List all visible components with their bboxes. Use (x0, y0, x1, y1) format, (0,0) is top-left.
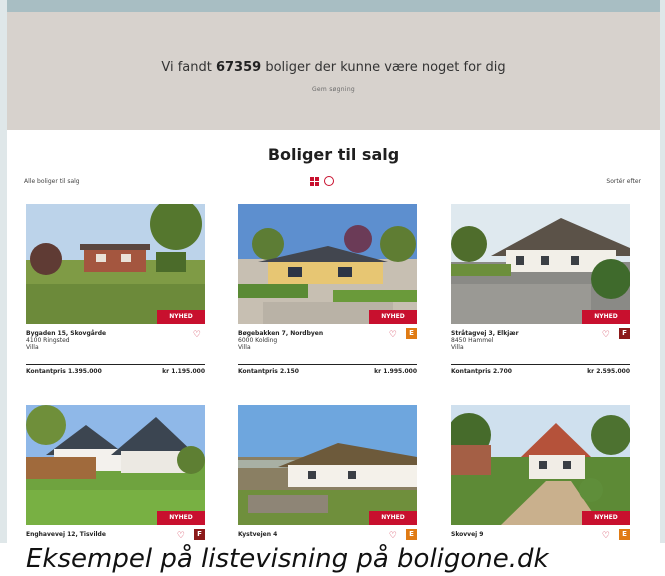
property-address[interactable]: Bygaden 15, Skovgårde (26, 330, 106, 337)
left-edge (0, 0, 7, 543)
property-address[interactable]: Skovvej 9 (451, 531, 483, 538)
save-search-link[interactable]: Gem søgning (7, 86, 660, 93)
new-tag: NYHED (369, 310, 417, 324)
result-count: 67359 (215, 60, 262, 75)
property-address[interactable]: Stråtagvej 3, Elkjær (451, 330, 519, 337)
favorite-heart-icon[interactable]: ♡ (389, 330, 397, 340)
new-tag: NYHED (582, 511, 630, 525)
energy-label-badge: E (619, 529, 630, 540)
property-type: Villa (26, 344, 39, 351)
map-view-icon[interactable] (324, 176, 334, 186)
property-photo[interactable]: NYHED (26, 204, 205, 324)
property-address[interactable]: Kystvejen 4 (238, 531, 277, 538)
top-bar (0, 0, 665, 12)
property-type: Villa (451, 344, 464, 351)
favorite-heart-icon[interactable]: ♡ (389, 531, 397, 541)
property-type: Villa (238, 344, 251, 351)
energy-label-badge: E (406, 328, 417, 339)
property-photo[interactable]: NYHED (238, 204, 417, 324)
favorite-heart-icon[interactable]: ♡ (177, 531, 185, 541)
favorite-heart-icon[interactable]: ♡ (193, 330, 201, 340)
list-price: kr 1.195.000 (162, 368, 205, 375)
new-tag: NYHED (369, 511, 417, 525)
list-price: kr 2.595.000 (587, 368, 630, 375)
favorite-heart-icon[interactable]: ♡ (602, 330, 610, 340)
energy-label-badge: E (406, 529, 417, 540)
property-photo[interactable]: NYHED (451, 204, 630, 324)
result-suffix: boliger der kunne være noget for dig (265, 60, 506, 75)
favorite-heart-icon[interactable]: ♡ (602, 531, 610, 541)
property-photo[interactable]: NYHED (238, 405, 417, 525)
grid-view-icon[interactable] (310, 177, 319, 186)
energy-label-badge: F (619, 328, 630, 339)
property-zip: 8450 Hammel (451, 337, 494, 344)
property-photo[interactable]: NYHED (26, 405, 205, 525)
image-caption: Eksempel på listevisning på boligone.dk (0, 543, 665, 576)
cash-price: Kontantpris 1.395.000 (26, 368, 102, 375)
sort-selector[interactable]: Sortér efter (606, 178, 641, 185)
new-tag: NYHED (582, 310, 630, 324)
search-result-banner: Vi fandt 67359 boliger der kunne være no… (7, 12, 660, 130)
card-divider (26, 364, 205, 365)
filter-selector[interactable]: Alle boliger til salg (24, 178, 80, 185)
property-address[interactable]: Bøgebakken 7, Nordbyen (238, 330, 323, 337)
card-divider (238, 364, 417, 365)
cash-price: Kontantpris 2.700 (451, 368, 512, 375)
property-photo[interactable]: NYHED (451, 405, 630, 525)
property-zip: 4100 Ringsted (26, 337, 70, 344)
list-price: kr 1.995.000 (374, 368, 417, 375)
energy-label-badge: F (194, 529, 205, 540)
cash-price: Kontantpris 2.150 (238, 368, 299, 375)
right-edge (660, 0, 665, 543)
page-title: Boliger til salg (267, 145, 400, 164)
result-count-text: Vi fandt 67359 boliger der kunne være no… (7, 60, 660, 75)
property-zip: 6000 Kolding (238, 337, 278, 344)
card-divider (451, 364, 630, 365)
property-address[interactable]: Enghavevej 12, Tisvilde (26, 531, 106, 538)
new-tag: NYHED (157, 310, 205, 324)
result-prefix: Vi fandt (161, 60, 212, 75)
new-tag: NYHED (157, 511, 205, 525)
